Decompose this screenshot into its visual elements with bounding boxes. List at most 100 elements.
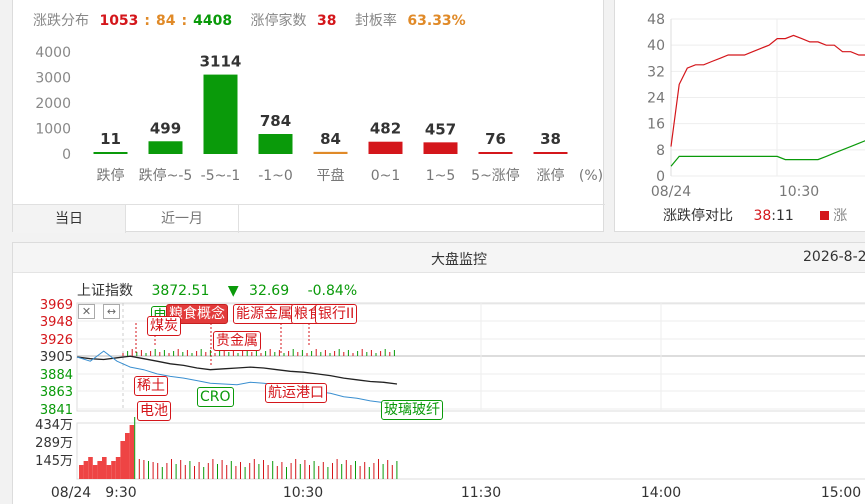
y-tick-label: 3926 xyxy=(40,333,73,348)
bar xyxy=(478,152,513,154)
volume-bar xyxy=(198,462,200,479)
close-icon[interactable]: ✕ xyxy=(78,304,95,319)
volume-bar xyxy=(207,463,209,479)
limit-up-line xyxy=(670,34,865,147)
volume-bar xyxy=(286,467,287,479)
x-category-label: -5~-1 xyxy=(201,168,241,184)
volume-bar xyxy=(249,463,251,479)
legend-red-text: 涨 xyxy=(833,208,848,224)
x-unit-label: (%) xyxy=(579,168,603,184)
limit-up-count: 38 xyxy=(317,13,337,29)
bar xyxy=(368,141,403,154)
volume-bar xyxy=(309,465,310,479)
volume-bar xyxy=(230,461,232,479)
volume-bar xyxy=(175,464,177,479)
y-tick-label: 3884 xyxy=(40,368,73,383)
ratio-down: 11 xyxy=(776,208,794,224)
volume-bar xyxy=(79,465,84,479)
tag-coal[interactable]: 煤炭 xyxy=(147,316,181,336)
tag-precious-metal[interactable]: 贵金属 xyxy=(213,331,261,351)
y-tick-label: 3905 xyxy=(40,350,73,365)
x-tick-label: 11:30 xyxy=(461,485,501,501)
distribution-header: 涨跌分布 1053:84:4408 涨停家数 38 封板率 63.33% xyxy=(33,10,472,30)
sep: : xyxy=(144,13,151,29)
x-category-label: 1~5 xyxy=(426,168,456,184)
volume-tick-label: 289万 xyxy=(35,436,73,451)
down-count: 4408 xyxy=(193,13,233,29)
volume-bar xyxy=(244,467,246,479)
y-tick-label: 2000 xyxy=(35,96,71,112)
limit-down-line xyxy=(670,140,865,167)
y-tick-label: 3863 xyxy=(40,385,73,400)
volume-bar xyxy=(143,460,145,479)
volume-bar xyxy=(184,465,186,479)
volume-bar xyxy=(194,466,195,479)
y-tick-label: 0 xyxy=(656,169,665,185)
volume-bar xyxy=(166,463,168,479)
volume-bar xyxy=(83,461,89,479)
volume-bar xyxy=(115,457,121,479)
bar xyxy=(258,134,293,154)
volume-bar xyxy=(295,459,297,479)
bar xyxy=(423,142,458,154)
volume-bar xyxy=(148,461,149,479)
index-avg-line xyxy=(76,350,398,405)
distribution-label: 涨跌分布 xyxy=(33,13,89,29)
limit-ratio-chart: 48 40 32 24 16 8 008/24 10:30 xyxy=(647,12,865,200)
volume-bar xyxy=(336,459,338,479)
up-count: 1053 xyxy=(99,13,139,29)
volume-bar xyxy=(88,457,93,479)
tab-today[interactable]: 当日 xyxy=(13,205,126,233)
y-tick-label: 40 xyxy=(647,38,665,54)
tag-glass-fiber[interactable]: 玻璃玻纤 xyxy=(381,400,443,420)
x-tick-label: 10:30 xyxy=(779,184,819,200)
bar-value-label: 457 xyxy=(425,120,456,138)
volume-bar xyxy=(396,461,398,479)
volume-bar xyxy=(290,463,292,479)
bar-value-label: 499 xyxy=(150,119,181,137)
seal-rate-label: 封板率 xyxy=(354,13,397,29)
bar xyxy=(148,141,183,154)
bar-value-label: 11 xyxy=(100,130,121,148)
ratio-legend: 涨跌停对比 38:11 涨 xyxy=(663,205,847,225)
x-tick-label: 08/24 xyxy=(51,485,91,501)
x-tick-label: 15:00 xyxy=(821,485,861,501)
ratio-up: 38 xyxy=(753,208,772,224)
tab-last-month[interactable]: 近一月 xyxy=(126,205,239,233)
bar-value-label: 3114 xyxy=(200,53,242,71)
tag-shipping[interactable]: 航运港口 xyxy=(265,383,327,403)
x-category-label: 平盘 xyxy=(317,167,345,184)
index-chart[interactable]: 3969 3948 3926 3905 3884 3863 3841434万 289万 145万… xyxy=(13,243,865,504)
volume-bar xyxy=(152,462,154,479)
volume-bar xyxy=(157,463,159,479)
expand-icon[interactable]: ↔ xyxy=(103,304,120,319)
tag-energy-metal[interactable]: 能源金属 xyxy=(233,304,295,324)
volume-bar xyxy=(253,459,255,479)
volume-bar xyxy=(327,467,329,479)
volume-bar xyxy=(276,466,278,479)
volume-bar xyxy=(263,460,264,479)
tag-rare-earth[interactable]: 稀土 xyxy=(134,376,168,396)
volume-bar xyxy=(180,460,182,479)
tag-bank[interactable]: 银行II xyxy=(315,304,358,324)
bar-value-label: 784 xyxy=(260,112,291,130)
volume-bar xyxy=(134,417,136,479)
volume-bar xyxy=(341,464,343,479)
volume-bar xyxy=(368,467,370,479)
index-price-line xyxy=(76,355,398,385)
bar xyxy=(313,151,348,154)
volume-tick-label: 145万 xyxy=(35,454,73,469)
x-category-label: 0~1 xyxy=(371,168,401,184)
volume-bar xyxy=(387,460,389,479)
volume-bar xyxy=(258,464,260,479)
y-tick-label: 4000 xyxy=(35,45,71,61)
tag-cro[interactable]: CRO xyxy=(197,387,234,407)
y-tick-label: 32 xyxy=(647,64,665,80)
tag-battery[interactable]: 电池 xyxy=(137,401,171,421)
seal-rate: 63.33% xyxy=(407,13,466,29)
volume-bar xyxy=(373,463,375,479)
volume-bar xyxy=(226,465,228,479)
y-tick-label: 3948 xyxy=(40,315,73,330)
volume-bar xyxy=(97,461,102,479)
x-category-label: 涨停 xyxy=(537,167,565,184)
